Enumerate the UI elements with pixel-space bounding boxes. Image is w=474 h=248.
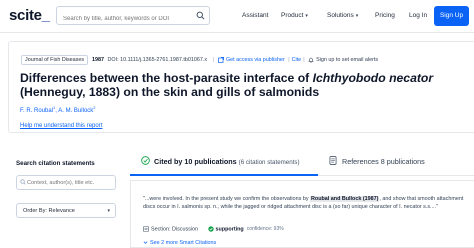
tab-cited-by[interactable]: Cited by 10 publications (6 citation sta… — [130, 147, 318, 176]
chevron-down-icon — [143, 241, 148, 244]
citation-icon — [141, 156, 150, 165]
citation-confidence: confidence: 93% — [246, 226, 284, 233]
article-meta: Journal of Fish Diseases 1987 DOI: 10.111… — [21, 55, 378, 65]
chevron-down-icon: ▾ — [305, 13, 308, 19]
citation-statement-card: "...were involved. In the present study … — [130, 180, 474, 248]
nav-product-label: Product — [281, 12, 304, 19]
quote-text: "...were involved. In the present study … — [143, 196, 311, 202]
cite-link[interactable]: Cite — [292, 57, 302, 63]
logo-text: scite — [9, 7, 42, 24]
author-name: A. M. Bullock — [58, 108, 94, 114]
tab-cited-by-label: Cited by 10 publications — [154, 157, 237, 166]
section-icon — [143, 226, 149, 232]
citation-tag-supporting[interactable]: supporting — [216, 226, 244, 232]
citation-quote: "...were involved. In the present study … — [143, 195, 465, 211]
nav-pricing-label: Pricing — [375, 12, 395, 19]
author-name: F. R. Roubal — [20, 108, 54, 114]
chevron-down-icon: ▾ — [355, 13, 359, 19]
nav-solutions[interactable]: Solutions ▾ — [327, 12, 358, 19]
title-species: Ichthyobodo necator — [312, 71, 434, 85]
more-smart-citations-label: See 2 more Smart Citations — [150, 240, 217, 246]
article-title: Differences between the host-parasite in… — [20, 71, 470, 99]
bell-icon[interactable] — [308, 57, 314, 63]
nav-pricing[interactable]: Pricing — [375, 12, 395, 19]
nav-log-in-label: Log In — [409, 12, 428, 19]
citation-footer: Section: Discussion supporting confidence… — [143, 226, 284, 232]
author-list: F. R. Roubal1, A. M. Bullock2 — [20, 105, 96, 114]
chevron-down-icon: ▾ — [107, 208, 110, 214]
tab-references-label: References 8 publications — [342, 157, 425, 166]
nav-assistant-label: Assistant — [242, 12, 269, 19]
title-part: (Henneguy, 1883) on the skin and gills o… — [20, 85, 320, 99]
scite-logo[interactable]: scite_ — [9, 7, 50, 24]
author-link[interactable]: A. M. Bullock2 — [58, 105, 96, 114]
separator: | — [288, 57, 290, 63]
author-affiliation: 2 — [93, 105, 96, 110]
sign-up-button[interactable]: Sign Up — [434, 6, 469, 26]
journal-badge[interactable]: Journal of Fish Diseases — [21, 55, 89, 65]
search-box[interactable] — [56, 6, 210, 28]
document-icon — [329, 156, 337, 165]
search-input[interactable] — [57, 10, 195, 28]
search-icon[interactable] — [196, 11, 205, 20]
separator: | — [213, 57, 215, 63]
citation-section: Section: Discussion — [151, 226, 199, 233]
citation-filter-input[interactable] — [27, 178, 111, 188]
logo-underscore: _ — [41, 7, 50, 24]
quote-highlight[interactable]: Roubal and Bullock (1987) — [310, 196, 380, 202]
more-smart-citations-link[interactable]: See 2 more Smart Citations — [143, 240, 216, 246]
citation-filter-field[interactable] — [16, 175, 116, 190]
order-by-select[interactable]: Order By: Relevance ▾ — [16, 203, 116, 218]
separator: | — [303, 57, 305, 63]
doi-text[interactable]: DOI: 10.1111/j.1365-2761.1987.tb01067.x — [108, 57, 208, 63]
article-header: Journal of Fish Diseases 1987 DOI: 10.111… — [8, 41, 474, 133]
title-part: Differences between the host-parasite in… — [20, 71, 313, 85]
publication-year: 1987 — [92, 57, 105, 63]
help-understand-link[interactable]: Help me understand this report — [20, 123, 102, 129]
nav-assistant[interactable]: Assistant — [242, 12, 268, 19]
nav-log-in[interactable]: Log In — [409, 12, 427, 19]
tab-cited-by-sub: (6 citation statements) — [238, 159, 300, 166]
top-navigation-bar: scite_ Assistant Product▾ Solutions▾ Pri… — [0, 0, 474, 33]
citation-tabs: Cited by 10 publications (6 citation sta… — [130, 147, 474, 176]
tab-references[interactable]: References 8 publications — [322, 147, 474, 176]
access-via-publisher-link[interactable]: Get access via publisher — [226, 57, 285, 63]
supporting-check-icon — [207, 226, 214, 232]
sidebar-title: Search citation statements — [16, 160, 95, 167]
external-link-icon — [218, 56, 224, 63]
nav-product[interactable]: Product ▾ — [281, 12, 308, 19]
search-icon — [20, 179, 26, 185]
author-link[interactable]: F. R. Roubal1 — [20, 105, 56, 114]
author-affiliation: 1 — [53, 105, 56, 110]
email-alerts-link[interactable]: Sign up to set email alerts — [316, 57, 378, 63]
order-by-label: Order By: Relevance — [23, 208, 75, 214]
nav-solutions-label: Solutions — [327, 12, 354, 19]
